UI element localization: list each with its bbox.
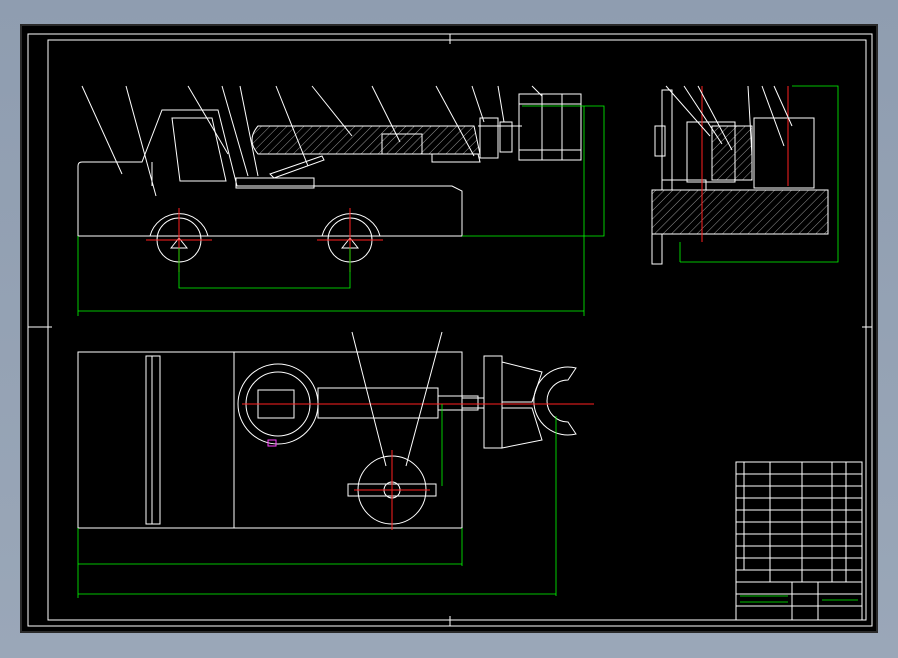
front-view — [77, 85, 605, 316]
title-block — [735, 461, 863, 621]
side-view — [651, 85, 839, 265]
top-view — [77, 331, 594, 598]
drawing-sheet — [20, 24, 878, 633]
cad-drawing-viewer — [0, 0, 898, 658]
drawing-canvas — [27, 33, 873, 627]
drawing-frame — [27, 33, 873, 627]
